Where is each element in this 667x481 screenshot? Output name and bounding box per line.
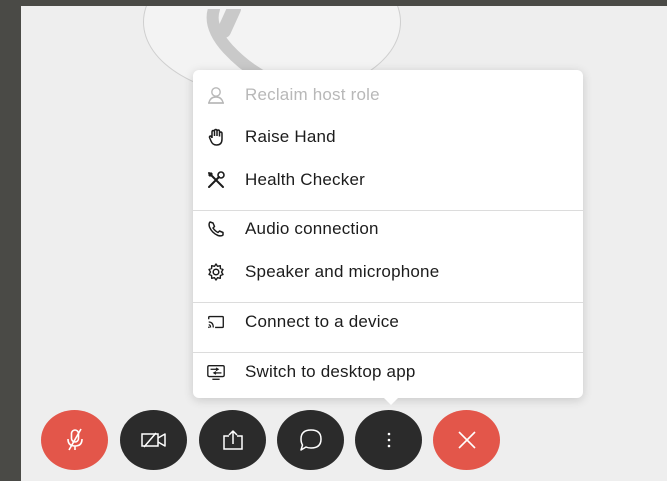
menu-item-label: Switch to desktop app	[245, 362, 416, 381]
menu-item-connect-to-a-device[interactable]: Connect to a device	[193, 304, 583, 340]
mute-button[interactable]	[41, 410, 108, 470]
menu-pointer	[382, 396, 400, 405]
menu-item-health-checker[interactable]: Health Checker	[193, 162, 583, 198]
menu-item-label: Audio connection	[245, 219, 379, 238]
phone-icon	[206, 219, 226, 239]
menu-item-speaker-and-microphone[interactable]: Speaker and microphone	[193, 254, 583, 290]
more-options-button[interactable]	[355, 410, 422, 470]
more-icon	[387, 432, 390, 448]
menu-divider	[193, 352, 583, 353]
cast-icon	[206, 312, 226, 332]
share-button[interactable]	[199, 410, 266, 470]
menu-item-audio-connection[interactable]: Audio connection	[193, 211, 583, 247]
menu-item-switch-to-desktop-app[interactable]: Switch to desktop app	[193, 354, 583, 390]
menu-item-label: Connect to a device	[245, 312, 400, 331]
chat-button[interactable]	[277, 410, 344, 470]
video-off-icon	[140, 432, 166, 448]
meeting-window: Reclaim host role Raise Hand Health Chec…	[21, 6, 667, 481]
gear-icon	[206, 262, 226, 282]
desktop-app-icon	[206, 362, 226, 382]
menu-item-label: Reclaim host role	[245, 85, 380, 104]
menu-item-label: Raise Hand	[245, 127, 336, 146]
share-icon	[222, 430, 243, 450]
menu-divider	[193, 302, 583, 303]
more-options-menu: Reclaim host role Raise Hand Health Chec…	[193, 70, 583, 398]
microphone-muted-icon	[66, 428, 83, 451]
hand-icon	[206, 127, 226, 147]
tools-icon	[206, 170, 226, 190]
menu-item-raise-hand[interactable]: Raise Hand	[193, 119, 583, 155]
close-icon	[457, 431, 476, 449]
menu-item-label: Speaker and microphone	[245, 262, 440, 281]
leave-button[interactable]	[433, 410, 500, 470]
menu-item-reclaim-host-role[interactable]: Reclaim host role	[193, 77, 583, 113]
person-icon	[206, 85, 226, 105]
menu-item-label: Health Checker	[245, 170, 365, 189]
chat-icon	[299, 429, 322, 451]
video-button[interactable]	[120, 410, 187, 470]
